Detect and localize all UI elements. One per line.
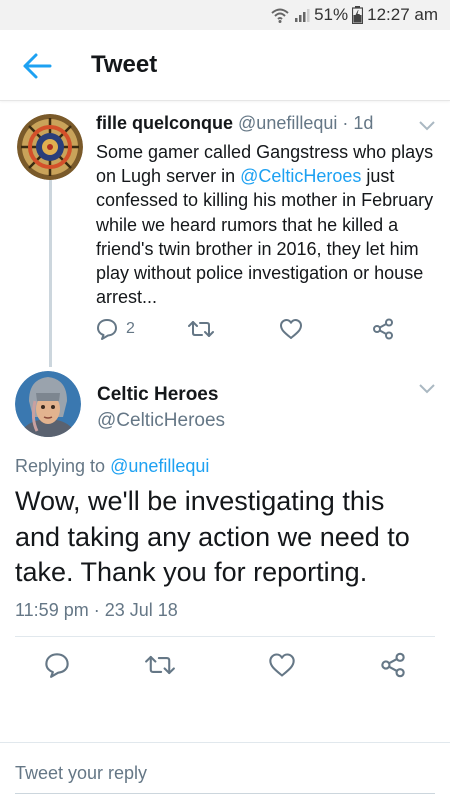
avatar-image bbox=[17, 114, 83, 180]
avatar[interactable] bbox=[17, 114, 83, 180]
replying-label: Replying to bbox=[15, 456, 111, 476]
reply-count: 2 bbox=[126, 320, 135, 337]
avatar[interactable] bbox=[15, 371, 81, 437]
parent-tweet-text: Some gamer called Gangstress who plays o… bbox=[96, 140, 436, 309]
battery-percent: 51% bbox=[314, 5, 349, 24]
parent-tweet-header: fille quelconque @unefillequi · 1d bbox=[96, 113, 373, 134]
main-handle[interactable]: @CelticHeroes bbox=[97, 410, 225, 432]
main-display-name[interactable]: Celtic Heroes bbox=[97, 384, 218, 406]
mention-link[interactable]: @CelticHeroes bbox=[240, 166, 361, 186]
reply-input[interactable] bbox=[15, 759, 435, 787]
page-title: Tweet bbox=[91, 51, 158, 78]
main-tweet-text: Wow, we'll be investigating this and tak… bbox=[15, 486, 410, 587]
replying-mention[interactable]: @unefillequi bbox=[110, 456, 209, 476]
status-bar: 51% 12:27 am bbox=[0, 0, 450, 30]
heart-icon[interactable] bbox=[268, 652, 296, 678]
parent-age: 1d bbox=[353, 113, 374, 133]
parent-handle[interactable]: @unefillequi bbox=[238, 113, 337, 133]
retweet-button[interactable] bbox=[188, 318, 214, 340]
heart-icon bbox=[280, 319, 302, 339]
battery-icon bbox=[352, 6, 364, 24]
tweet-timestamp: 11:59 pm · 23 Jul 18 bbox=[15, 600, 178, 620]
retweet-icon[interactable] bbox=[145, 652, 175, 678]
reply-underline bbox=[15, 793, 435, 794]
status-bar-right: 51% 12:27 am bbox=[270, 4, 438, 26]
reply-icon bbox=[97, 319, 117, 340]
reply-composer bbox=[0, 742, 450, 801]
retweet-icon bbox=[188, 321, 214, 337]
wifi-icon bbox=[271, 8, 289, 23]
replying-to: Replying to @unefillequi bbox=[15, 456, 209, 477]
status-time: 12:27 am bbox=[367, 5, 438, 24]
parent-display-name[interactable]: fille quelconque bbox=[96, 113, 233, 133]
chevron-down-icon[interactable] bbox=[419, 384, 435, 394]
share-icon[interactable] bbox=[380, 652, 406, 678]
like-button[interactable] bbox=[279, 318, 303, 340]
divider bbox=[15, 636, 435, 637]
parent-tweet-actions: 2 bbox=[96, 318, 416, 346]
thread-line bbox=[49, 180, 52, 367]
main-tweet-actions bbox=[0, 652, 450, 684]
meta-separator: · bbox=[337, 113, 354, 133]
share-button[interactable] bbox=[372, 318, 394, 340]
reply-icon[interactable] bbox=[44, 652, 70, 678]
app-header: Tweet bbox=[0, 30, 450, 101]
share-icon bbox=[373, 318, 393, 340]
signal-icon bbox=[295, 9, 310, 22]
arrow-left-icon[interactable] bbox=[22, 52, 52, 80]
avatar-image bbox=[15, 371, 81, 437]
chevron-down-icon[interactable] bbox=[419, 121, 435, 131]
parent-text-part: just confessed to killing his mother in … bbox=[96, 166, 434, 308]
reply-button[interactable]: 2 bbox=[96, 318, 135, 340]
